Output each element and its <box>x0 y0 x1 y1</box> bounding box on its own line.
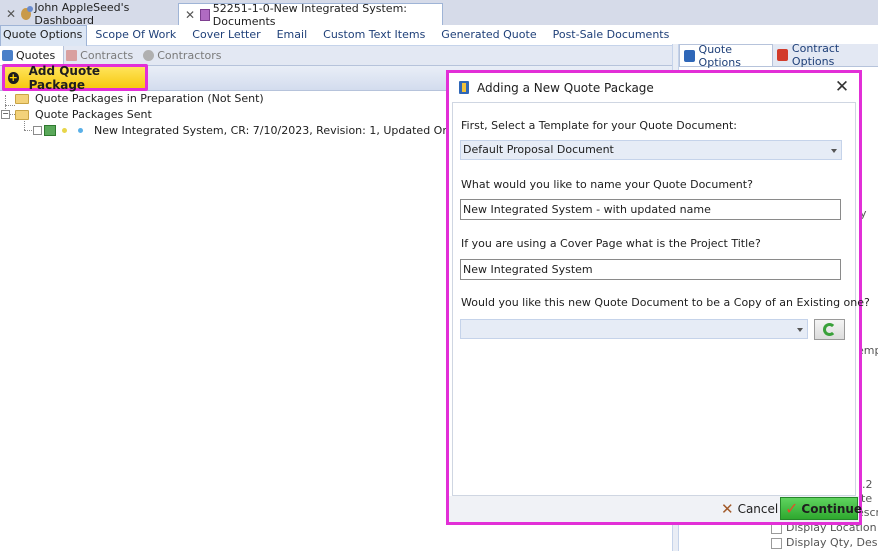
template-select[interactable]: Default Proposal Document <box>460 140 842 160</box>
plus-icon: + <box>8 70 19 84</box>
project-title-label: If you are using a Cover Page what is th… <box>461 237 761 250</box>
user-dashboard-icon <box>21 6 34 20</box>
close-icon[interactable]: ✕ <box>832 78 852 98</box>
contractors-icon <box>143 50 155 61</box>
quote-package-tree: Quote Packages in Preparation (Not Sent)… <box>0 91 513 151</box>
add-quote-package-dialog: Adding a New Quote Package ✕ First, Sele… <box>446 70 870 525</box>
refresh-button[interactable] <box>814 319 845 340</box>
copy-existing-select[interactable] <box>460 319 808 339</box>
menu-cover-letter[interactable]: Cover Letter <box>184 25 268 45</box>
contracts-icon <box>66 50 78 61</box>
cancel-x-icon: ✕ <box>721 500 734 518</box>
folder-packages-sent[interactable]: Quote Packages Sent <box>15 107 152 122</box>
dialog-body: First, Select a Template for your Quote … <box>452 102 870 496</box>
tab-documents[interactable]: ✕ 52251-1-0-New Integrated System: Docum… <box>178 1 443 28</box>
tab-label: Contract Options <box>791 42 840 68</box>
quote-document-icon <box>459 81 469 94</box>
close-tab-icon[interactable]: ✕ <box>6 7 16 21</box>
menu-quote-options[interactable]: Quote Options <box>0 24 88 46</box>
close-tab-icon[interactable]: ✕ <box>185 8 195 22</box>
button-label: Add Quote Package <box>28 63 101 92</box>
tab-label: Contractors <box>157 49 222 62</box>
refresh-icon <box>823 323 836 336</box>
tab-contracts[interactable]: Contracts <box>64 46 141 65</box>
tab-dashboard[interactable]: ✕ John AppleSeed's Dashboard <box>0 1 176 27</box>
menu-custom-text-items[interactable]: Custom Text Items <box>315 25 433 45</box>
project-title-input[interactable] <box>460 259 841 280</box>
continue-button[interactable]: ✓ Continue <box>780 497 862 520</box>
tab-label: Contracts <box>80 49 134 62</box>
folder-label: Quote Packages in Preparation (Not Sent) <box>35 92 264 105</box>
template-value: Default Proposal Document <box>463 143 614 156</box>
dialog-footer: ✕ Cancel ✓ Continue <box>449 496 862 522</box>
row-checkbox[interactable] <box>33 126 42 135</box>
copy-existing-label: Would you like this new Quote Document t… <box>461 296 870 309</box>
chevron-down-icon[interactable] <box>831 149 837 153</box>
checkbox[interactable] <box>771 537 782 549</box>
tree-item-quote-package[interactable]: New Integrated System, CR: 7/10/2023, Re… <box>33 123 513 138</box>
option-label: Display Qty, Descrip <box>786 536 878 549</box>
tab-label: John AppleSeed's Dashboard <box>34 1 130 27</box>
menu-generated-quote[interactable]: Generated Quote <box>433 25 544 45</box>
chevron-down-icon[interactable] <box>797 328 803 332</box>
status-dot-icon <box>78 128 83 133</box>
checkmark-icon: ✓ <box>785 499 799 518</box>
button-label: Cancel <box>737 502 779 516</box>
cancel-button[interactable]: ✕ Cancel <box>721 499 778 519</box>
folder-in-preparation[interactable]: Quote Packages in Preparation (Not Sent) <box>15 91 264 106</box>
template-label: First, Select a Template for your Quote … <box>461 119 737 132</box>
tab-contract-options[interactable]: Contract Options <box>773 42 878 68</box>
tab-contractors[interactable]: Contractors <box>141 46 229 65</box>
menu-email[interactable]: Email <box>269 25 316 45</box>
status-dot-icon <box>62 128 67 133</box>
folder-icon <box>15 93 29 104</box>
quote-name-input[interactable] <box>460 199 841 220</box>
name-label: What would you like to name your Quote D… <box>461 178 753 191</box>
folder-icon <box>15 109 29 120</box>
menu-post-sale-documents[interactable]: Post-Sale Documents <box>545 25 678 45</box>
dialog-title-bar[interactable]: Adding a New Quote Package <box>449 73 859 102</box>
tab-quote-options[interactable]: Quote Options <box>679 42 774 69</box>
folder-label: Quote Packages Sent <box>35 108 152 121</box>
options-fragment: .2 <box>862 478 873 491</box>
tab-quotes[interactable]: Quotes <box>0 46 65 65</box>
add-quote-package-button[interactable]: + Add Quote Package <box>2 63 148 92</box>
button-label: Continue <box>801 501 863 516</box>
tab-label: Quote Options <box>698 42 741 69</box>
menu-scope-of-work[interactable]: Scope Of Work <box>87 25 184 45</box>
document-status-icon <box>44 125 56 136</box>
quotes-icon <box>2 50 13 61</box>
document-icon <box>200 8 210 21</box>
quote-options-icon <box>684 49 695 62</box>
tab-label: Quotes <box>16 49 56 62</box>
options-tabs: Quote Options Contract Options <box>679 42 878 69</box>
pdf-icon <box>777 49 788 61</box>
tab-label: 52251-1-0-New Integrated System: Documen… <box>212 1 407 28</box>
dialog-title: Adding a New Quote Package <box>477 80 654 95</box>
display-qty-option[interactable]: Display Qty, Descrip <box>771 536 878 549</box>
